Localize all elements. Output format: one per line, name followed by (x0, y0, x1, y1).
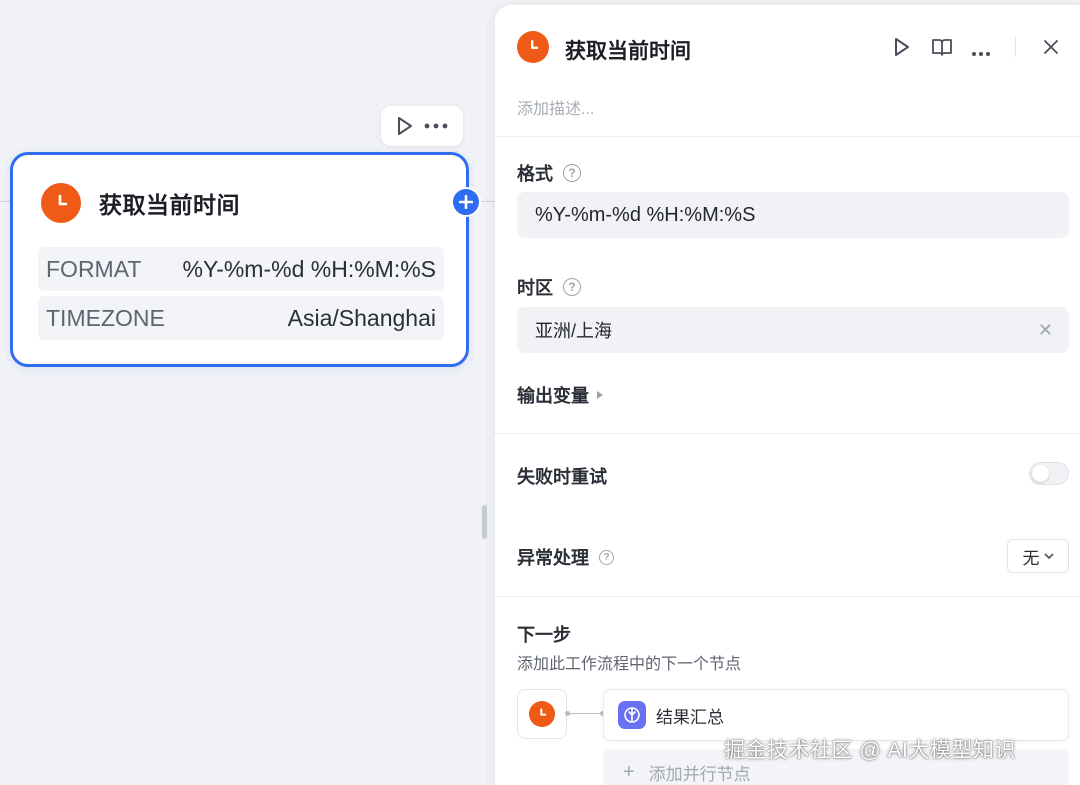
format-label-text: 格式 (517, 164, 553, 184)
error-handling-select[interactable]: 无 (1007, 539, 1069, 573)
current-node-mini (517, 689, 567, 739)
timezone-value: 亚洲/上海 (535, 321, 613, 341)
node-title: 获取当前时间 (99, 192, 240, 218)
description-input[interactable]: 添加描述... (517, 95, 594, 119)
aggregator-icon (618, 701, 646, 729)
toolbar-divider (1015, 37, 1016, 57)
plus-icon (459, 195, 473, 209)
error-handling-label: 异常处理 ? (517, 544, 614, 570)
param-value: Asia/Shanghai (287, 304, 436, 331)
docs-button[interactable] (931, 37, 953, 62)
close-panel-button[interactable] (1044, 40, 1058, 59)
clear-icon[interactable]: ✕ (1038, 320, 1053, 341)
clock-icon (517, 31, 549, 63)
param-key: FORMAT (46, 255, 142, 282)
retry-label: 失败时重试 (517, 467, 607, 487)
clock-icon (529, 701, 555, 727)
format-input[interactable]: %Y-%m-%d %H:%M:%S (517, 192, 1069, 238)
play-icon (895, 38, 909, 56)
next-connector (565, 711, 605, 716)
help-icon[interactable]: ? (563, 278, 581, 296)
caret-right-icon (597, 391, 603, 399)
timezone-label-text: 时区 (517, 278, 553, 298)
watermark: 掘金技术社区 @ AI大模型知识 (724, 739, 1016, 762)
node-toolbar (381, 106, 463, 146)
format-label: 格式 ? (517, 160, 581, 186)
add-next-node-button[interactable] (451, 187, 481, 217)
output-variables-toggle[interactable]: 输出变量 (517, 382, 603, 408)
clock-icon (41, 183, 81, 223)
panel-title[interactable]: 获取当前时间 (565, 35, 691, 65)
error-handling-label-text: 异常处理 (517, 548, 589, 568)
error-handling-value: 无 (1022, 548, 1040, 568)
chevron-down-icon (1043, 552, 1054, 559)
run-node-button[interactable] (396, 116, 414, 136)
help-icon[interactable]: ? (563, 164, 581, 182)
next-step-title: 下一步 (517, 625, 571, 645)
workflow-node-get-current-time[interactable]: 获取当前时间 FORMAT %Y-%m-%d %H:%M:%S TIMEZONE… (10, 152, 469, 367)
timezone-label: 时区 ? (517, 274, 581, 300)
next-node-name: 结果汇总 (656, 707, 724, 727)
param-value: %Y-%m-%d %H:%M:%S (182, 255, 436, 282)
outgoing-edge (481, 201, 495, 202)
more-icon (972, 52, 990, 56)
node-param-timezone: TIMEZONE Asia/Shanghai (38, 296, 444, 340)
run-button[interactable] (893, 37, 911, 62)
next-step-subtitle: 添加此工作流程中的下一个节点 (517, 656, 742, 673)
node-header: 获取当前时间 (41, 183, 240, 223)
panel-more-button[interactable] (971, 44, 991, 62)
close-icon (1044, 40, 1058, 54)
book-icon (932, 39, 952, 56)
plus-icon: + (623, 760, 635, 783)
divider (495, 433, 1080, 434)
help-icon[interactable]: ? (599, 549, 614, 565)
divider (495, 136, 1080, 137)
retry-toggle[interactable] (1029, 462, 1069, 485)
param-key: TIMEZONE (46, 304, 165, 331)
panel-resize-handle[interactable] (482, 505, 487, 539)
play-icon (398, 117, 412, 135)
toggle-knob (1032, 465, 1049, 482)
node-settings-panel: 获取当前时间 添加描述... 格式 ? %Y-%m-%d %H:%M:%S 时区… (495, 5, 1080, 785)
node-param-format: FORMAT %Y-%m-%d %H:%M:%S (38, 247, 444, 291)
node-more-button[interactable] (424, 123, 448, 129)
more-icon (424, 123, 448, 129)
divider (495, 596, 1080, 597)
timezone-select[interactable]: 亚洲/上海 ✕ (517, 307, 1069, 353)
output-variables-label: 输出变量 (517, 386, 589, 406)
